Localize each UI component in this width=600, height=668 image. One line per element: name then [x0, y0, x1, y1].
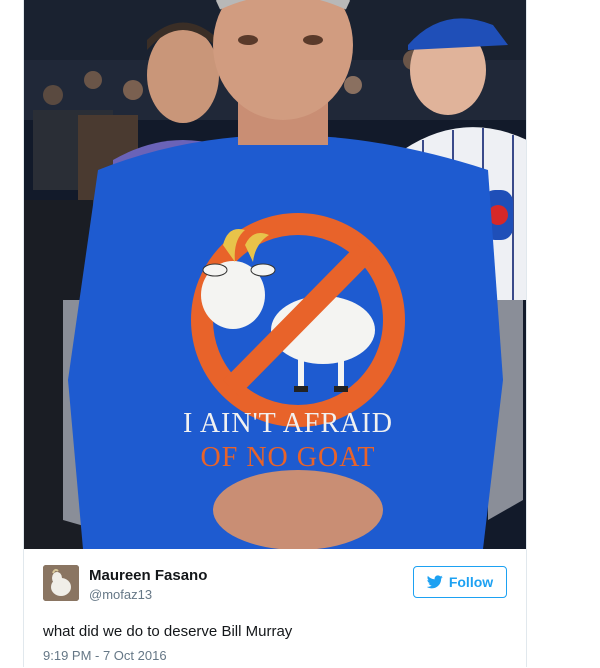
- photo-illustration: [23, 0, 527, 549]
- author-handle[interactable]: @mofaz13: [89, 587, 152, 602]
- tweet-text: what did we do to deserve Bill Murray: [43, 623, 293, 640]
- twitter-bird-icon: [426, 575, 443, 589]
- follow-label: Follow: [448, 574, 494, 590]
- author-name[interactable]: Maureen Fasano: [89, 567, 207, 584]
- author-avatar[interactable]: [43, 565, 79, 601]
- tweet-photo[interactable]: [23, 0, 527, 549]
- goat-avatar-icon: [43, 565, 79, 601]
- tweet-timestamp[interactable]: 9:19 PM - 7 Oct 2016: [43, 648, 167, 663]
- tweet-card: I AIN'T AFRAID OF NO GOAT Maureen Fasano…: [0, 0, 600, 668]
- follow-button[interactable]: Follow: [413, 566, 507, 598]
- tweet-meta: Maureen Fasano @mofaz13 Follow what did …: [23, 549, 527, 668]
